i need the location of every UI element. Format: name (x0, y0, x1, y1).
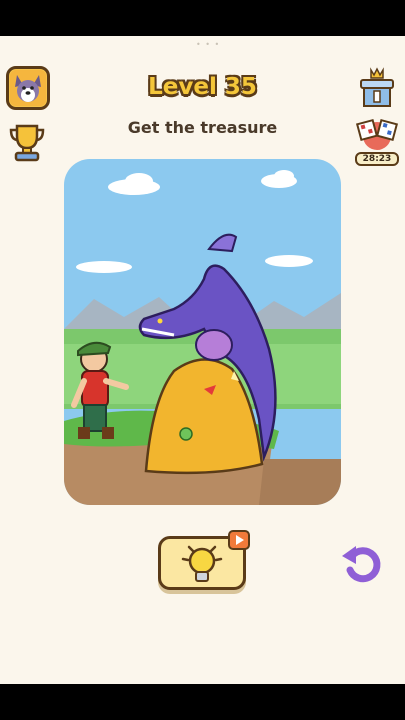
puzzle-scene[interactable] (64, 159, 341, 505)
level-instruction: Get the treasure (127, 118, 278, 137)
undo-button[interactable] (340, 540, 384, 584)
race-event-button[interactable]: 28:23 (355, 116, 399, 166)
leaderboard-button[interactable] (356, 66, 398, 110)
drag-handle: • • • (196, 40, 221, 49)
undo-icon (342, 546, 381, 583)
king-podium-icon (360, 67, 394, 107)
race-timer: 28:23 (355, 152, 399, 166)
scene-illustration (64, 159, 341, 505)
video-ad-badge[interactable] (228, 530, 250, 550)
level-title: Level 35 (148, 74, 257, 100)
game-screen: • • • Level 35 Get the treasure 28:23 (0, 36, 405, 684)
checkered-flags-icon (355, 118, 399, 150)
video-ad-icon (236, 535, 244, 545)
